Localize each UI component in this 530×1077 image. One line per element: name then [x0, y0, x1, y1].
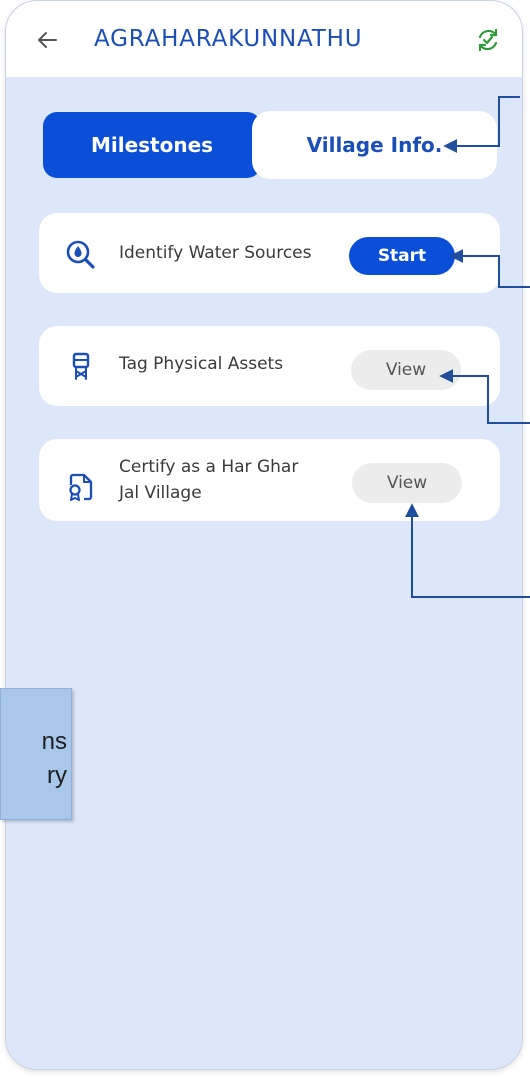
milestone-card-identify-water-sources: Identify Water Sources Start [39, 213, 500, 293]
milestone-label-line2: Jal Village [119, 483, 202, 503]
app-header: AGRAHARAKUNNATHU [6, 1, 522, 77]
view-button[interactable]: View [351, 350, 461, 390]
view-button[interactable]: View [352, 463, 462, 503]
water-search-icon [66, 240, 95, 269]
callout-line2: ry [47, 762, 67, 789]
milestone-card-tag-physical-assets: Tag Physical Assets View [39, 326, 500, 406]
tab-milestones[interactable]: Milestones [43, 112, 261, 178]
arrow-left-icon[interactable] [32, 25, 62, 55]
milestone-label: Tag Physical Assets [119, 354, 284, 374]
milestone-label-line1: Certify as a Har Ghar [119, 457, 299, 477]
certificate-icon [69, 473, 93, 501]
page-title: AGRAHARAKUNNATHU [94, 26, 363, 52]
sync-check-icon[interactable] [473, 25, 503, 55]
milestone-card-certify-village: Certify as a Har Ghar Jal Village View [39, 439, 500, 521]
annotation-callout: ns ry [0, 688, 72, 820]
tab-village-info[interactable]: Village Info. [252, 111, 497, 179]
phone-screen: AGRAHARAKUNNATHU Milestones Village Info… [5, 0, 523, 1070]
start-button[interactable]: Start [349, 237, 455, 275]
callout-text: ns ry [42, 725, 67, 793]
milestone-label: Identify Water Sources [119, 243, 312, 263]
water-tower-icon [72, 352, 90, 380]
callout-line1: ns [41, 728, 67, 755]
